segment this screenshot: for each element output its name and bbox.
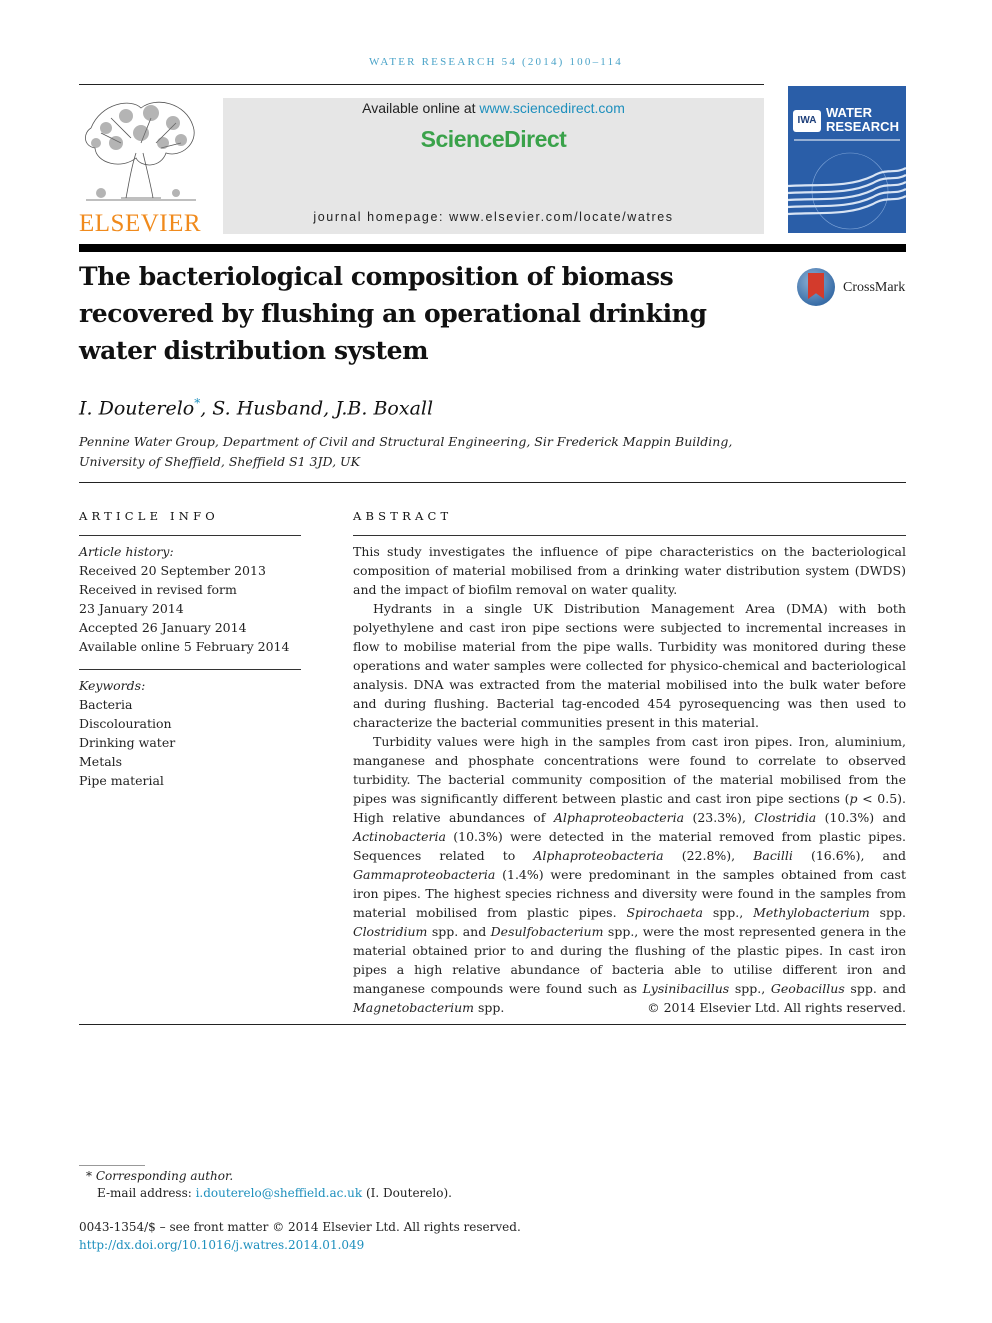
abstract-text: (22.8%),	[663, 848, 754, 863]
history-item: Received 20 September 2013	[79, 563, 266, 578]
crossmark-label: CrossMark	[843, 280, 906, 295]
taxon-name: Lysinibacillus	[642, 981, 730, 996]
article-info-rule	[79, 535, 301, 536]
journal-cover[interactable]: IWA WATER RESEARCH	[788, 86, 906, 233]
author-names-rest: , S. Husband, J.B. Boxall	[200, 397, 434, 420]
abstract-text: (16.6%), and	[792, 848, 907, 863]
iwa-logo: IWA	[793, 110, 821, 132]
top-rule	[79, 84, 764, 85]
journal-homepage-link[interactable]: journal homepage: www.elsevier.com/locat…	[223, 210, 764, 224]
taxon-name: p	[849, 791, 858, 806]
abstract-paragraph: Hydrants in a single UK Distribution Man…	[353, 601, 906, 730]
abstract-body: This study investigates the influence of…	[353, 542, 906, 1017]
abstract-text: spp. and	[844, 981, 906, 996]
keyword-item: Discolouration	[79, 716, 172, 731]
taxon-name: Bacilli	[753, 848, 793, 863]
keyword-item: Drinking water	[79, 735, 176, 750]
keyword-item: Pipe material	[79, 773, 164, 788]
history-label: Article history:	[79, 544, 174, 559]
elsevier-tree-icon	[85, 101, 196, 201]
taxon-name: Clostridia	[754, 810, 817, 825]
affiliation: Pennine Water Group, Department of Civil…	[79, 434, 733, 469]
cover-waves-graphic	[788, 152, 906, 230]
abstract-text: spp. and	[427, 924, 491, 939]
email-link[interactable]: i.douterelo@sheffield.ac.uk	[196, 1186, 363, 1200]
keywords-rule	[79, 669, 301, 670]
history-item: Available online 5 February 2014	[79, 639, 290, 654]
abstract-text: (23.3%),	[684, 810, 755, 825]
keywords-label: Keywords:	[79, 678, 146, 693]
history-item: Received in revised form	[79, 582, 237, 597]
taxon-name: Geobacillus	[770, 981, 845, 996]
history-item: Accepted 26 January 2014	[79, 620, 247, 635]
header-thick-rule	[79, 244, 906, 252]
abstract-paragraph: Turbidity values were high in the sample…	[353, 732, 906, 1017]
keyword-item: Bacteria	[79, 697, 133, 712]
footnote-rule	[79, 1165, 145, 1166]
footnote: * Corresponding author. E-mail address: …	[86, 1168, 452, 1202]
cover-title: WATER RESEARCH	[826, 106, 899, 134]
article-title: The bacteriological composition of bioma…	[79, 262, 707, 365]
elsevier-logo[interactable]: ELSEVIER	[79, 98, 201, 238]
email-owner: (I. Douterelo).	[362, 1186, 452, 1200]
article-history: Article history: Received 20 September 2…	[79, 542, 304, 656]
taxon-name: Actinobacteria	[353, 829, 446, 844]
abstract-text: spp.,	[729, 981, 771, 996]
history-item: 23 January 2014	[79, 601, 184, 616]
author-name: I. Douterelo	[79, 397, 195, 420]
abstract-text: spp.	[869, 905, 906, 920]
available-online-text: Available online at www.sciencedirect.co…	[223, 100, 764, 116]
taxon-name: Alphaproteobacteria	[553, 810, 685, 825]
sciencedirect-logo[interactable]: ScienceDirect	[223, 126, 764, 153]
author-list: I. Douterelo*, S. Husband, J.B. Boxall	[79, 396, 433, 419]
crossmark-icon	[797, 268, 835, 306]
crossmark-badge[interactable]: CrossMark	[797, 268, 912, 310]
footnote-marker: *	[86, 1169, 92, 1183]
cover-title-line2: RESEARCH	[826, 119, 899, 134]
cover-title-line1: WATER	[826, 105, 872, 120]
taxon-name: Methylobacterium	[753, 905, 870, 920]
abstract-rule	[353, 535, 906, 536]
abstract-text: spp.,	[702, 905, 754, 920]
crossmark-ribbon-icon	[808, 273, 824, 299]
elsevier-wordmark: ELSEVIER	[79, 210, 202, 237]
journal-reference: WATER RESEARCH 54 (2014) 100–114	[369, 56, 623, 68]
taxon-name: Gammaproteobacteria	[353, 867, 496, 882]
available-online-label: Available online at	[362, 100, 480, 116]
email-label: E-mail address:	[97, 1186, 196, 1200]
keyword-item: Metals	[79, 754, 123, 769]
abstract-text: (10.3%) and	[816, 810, 906, 825]
sciencedirect-banner: Available online at www.sciencedirect.co…	[223, 98, 764, 234]
corresponding-author-label: Corresponding author.	[95, 1169, 234, 1183]
taxon-name: Alphaproteobacteria	[533, 848, 664, 863]
taxon-name: Spirochaeta	[626, 905, 703, 920]
taxon-name: Clostridium	[353, 924, 428, 939]
front-matter: 0043-1354/$ – see front matter © 2014 El…	[79, 1218, 521, 1254]
doi-link[interactable]: http://dx.doi.org/10.1016/j.watres.2014.…	[79, 1236, 521, 1254]
cover-subtitle-bar	[794, 139, 900, 141]
abstract-paragraph: This study investigates the influence of…	[353, 544, 906, 597]
front-matter-text: 0043-1354/$ – see front matter © 2014 El…	[79, 1220, 521, 1234]
keywords: Keywords: Bacteria Discolouration Drinki…	[79, 676, 304, 790]
article-info-heading: ARTICLE INFO	[79, 509, 219, 523]
sciencedirect-link[interactable]: www.sciencedirect.com	[479, 100, 625, 116]
abstract-text: Turbidity values were high in the sample…	[353, 734, 906, 806]
taxon-name: Desulfobacterium	[490, 924, 604, 939]
abstract-copyright: © 2014 Elsevier Ltd. All rights reserved…	[647, 1000, 906, 1015]
abstract-bottom-rule	[79, 1024, 906, 1025]
section-divider	[79, 482, 906, 483]
abstract-heading: ABSTRACT	[353, 509, 453, 523]
